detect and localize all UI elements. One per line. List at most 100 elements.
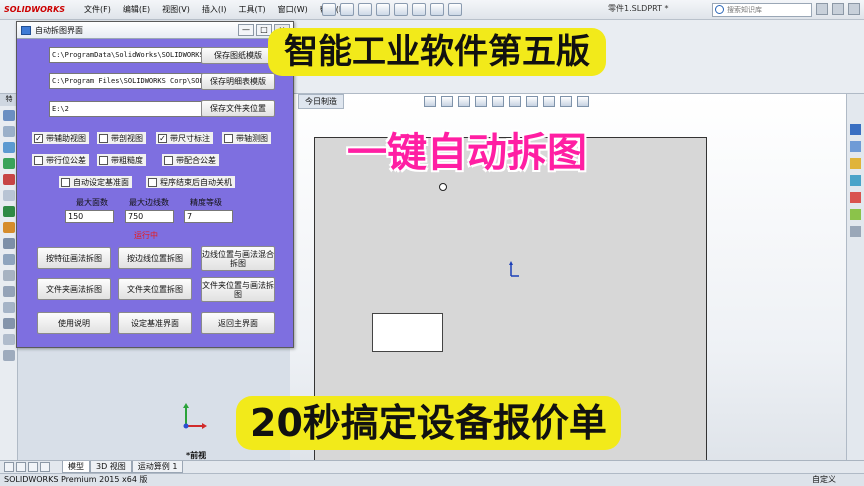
origin-icon[interactable] xyxy=(2,222,15,233)
prev-tab-icon[interactable] xyxy=(16,462,26,472)
menu-edit[interactable]: 编辑(E) xyxy=(117,0,156,20)
view-orientation-icon[interactable] xyxy=(492,96,504,107)
design-library-icon[interactable] xyxy=(850,141,861,152)
edge-position-button[interactable]: 按边线位置拆图 xyxy=(118,247,192,269)
custom-properties-icon[interactable] xyxy=(850,209,861,220)
help-icon[interactable] xyxy=(816,3,828,15)
folder-position-button[interactable]: 文件夹位置拆图 xyxy=(118,278,192,300)
tab-3d-views[interactable]: 3D 视图 xyxy=(90,461,132,473)
checkbox-auxiliary-view[interactable]: ✓ 带辅助视图 xyxy=(32,132,89,144)
instructions-button[interactable]: 使用说明 xyxy=(37,312,111,334)
sketch-icon[interactable] xyxy=(2,206,15,217)
appearances-icon[interactable] xyxy=(850,192,861,203)
tab-motion-study[interactable]: 运动算例 1 xyxy=(131,461,184,473)
menu-view[interactable]: 视图(V) xyxy=(156,0,196,20)
view-settings-icon[interactable] xyxy=(577,96,589,107)
feature-icon[interactable] xyxy=(2,238,15,249)
chamfer-icon[interactable] xyxy=(2,302,15,313)
tab-today-manufacturing[interactable]: 今日制造 xyxy=(298,94,344,109)
pattern-icon[interactable] xyxy=(2,318,15,329)
checkbox-section-view[interactable]: 带剖视图 xyxy=(97,132,146,144)
display-icon[interactable] xyxy=(2,174,15,185)
checkbox-box xyxy=(61,177,70,187)
print-icon[interactable] xyxy=(376,3,390,16)
checkbox-dimensions[interactable]: ✓ 带尺寸标注 xyxy=(156,132,213,144)
status-units[interactable]: 自定义 xyxy=(812,474,836,486)
view-palette-icon[interactable] xyxy=(850,175,861,186)
dialog-title-bar[interactable]: 自动拆图界面 — □ × xyxy=(17,22,293,39)
status-product: SOLIDWORKS Premium 2015 x64 版 xyxy=(4,475,148,484)
checkbox-isometric[interactable]: 带轴测图 xyxy=(222,132,271,144)
title-bar: SOLIDWORKS 文件(F) 编辑(E) 视图(V) 插入(I) 工具(T)… xyxy=(0,0,864,20)
new-document-icon[interactable] xyxy=(322,3,336,16)
undo-icon[interactable] xyxy=(394,3,408,16)
task-pane xyxy=(846,94,864,460)
appearance-icon[interactable] xyxy=(543,96,555,107)
last-tab-icon[interactable] xyxy=(40,462,50,472)
drawing-template-path-input[interactable]: C:\ProgramData\SolidWorks\SOLIDWORKS xyxy=(49,47,207,63)
save-icon[interactable] xyxy=(358,3,372,16)
zoom-area-icon[interactable] xyxy=(441,96,453,107)
extrude-icon[interactable] xyxy=(2,254,15,265)
menu-window[interactable]: 窗口(W) xyxy=(272,0,314,20)
search-input[interactable]: 搜索知识库 xyxy=(712,3,812,17)
minimize-icon[interactable] xyxy=(832,3,844,15)
configuration-icon[interactable] xyxy=(2,142,15,153)
checkbox-auto-shutdown[interactable]: 程序结束后自动关机 xyxy=(146,176,235,188)
minimize-button[interactable]: — xyxy=(238,24,254,36)
folder-mixed-method-button[interactable]: 文件夹位置与画法拆图 xyxy=(201,277,275,302)
dimxpert-icon[interactable] xyxy=(2,158,15,169)
cut-icon[interactable] xyxy=(2,270,15,281)
bom-template-path-input[interactable]: C:\Program Files\SOLIDWORKS Corp\SOL xyxy=(49,73,207,89)
hide-show-icon[interactable] xyxy=(526,96,538,107)
tab-model[interactable]: 模型 xyxy=(62,461,90,473)
folder-method-button[interactable]: 文件夹画法拆图 xyxy=(37,278,111,300)
menu-file[interactable]: 文件(F) xyxy=(78,0,117,20)
edge-mixed-method-button[interactable]: 边线位置与画法混合拆图 xyxy=(201,246,275,271)
save-bom-template-button[interactable]: 保存明细表模版 xyxy=(201,73,275,90)
scene-icon[interactable] xyxy=(560,96,572,107)
close-icon[interactable] xyxy=(848,3,860,15)
plane-icon[interactable] xyxy=(2,190,15,201)
mirror-icon[interactable] xyxy=(2,334,15,345)
zoom-to-fit-icon[interactable] xyxy=(424,96,436,107)
property-icon[interactable] xyxy=(2,126,15,137)
feature-tree-icon[interactable] xyxy=(2,110,15,121)
menu-tools[interactable]: 工具(T) xyxy=(232,0,271,20)
max-edges-input[interactable]: 750 xyxy=(125,210,174,223)
checkbox-fit-tolerance[interactable]: 带配合公差 xyxy=(162,154,219,166)
open-folder-icon[interactable] xyxy=(340,3,354,16)
file-explorer-icon[interactable] xyxy=(850,158,861,169)
select-cursor-icon[interactable] xyxy=(412,3,426,16)
feature-method-button[interactable]: 按特征画法拆图 xyxy=(37,247,111,269)
next-tab-icon[interactable] xyxy=(28,462,38,472)
checkbox-box: ✓ xyxy=(158,133,167,143)
previous-view-icon[interactable] xyxy=(458,96,470,107)
checkbox-label: 带轴测图 xyxy=(236,133,268,143)
folder-path-input[interactable]: E:\2 xyxy=(49,101,207,117)
return-main-button[interactable]: 返回主界面 xyxy=(201,312,275,334)
save-folder-location-button[interactable]: 保存文件夹位置 xyxy=(201,100,275,117)
part-outline xyxy=(372,313,443,352)
menu-insert[interactable]: 插入(I) xyxy=(196,0,233,20)
checkbox-label: 带剖视图 xyxy=(111,133,143,143)
dialog-app-icon xyxy=(21,26,31,35)
resources-icon[interactable] xyxy=(850,124,861,135)
set-datum-button[interactable]: 设定基准界面 xyxy=(118,312,192,334)
max-faces-input[interactable]: 150 xyxy=(65,210,114,223)
rebuild-icon[interactable] xyxy=(430,3,444,16)
section-view-icon[interactable] xyxy=(475,96,487,107)
first-tab-icon[interactable] xyxy=(4,462,14,472)
checkbox-label: 自动设定基准面 xyxy=(73,177,129,187)
precision-input[interactable]: 7 xyxy=(184,210,233,223)
display-style-icon[interactable] xyxy=(509,96,521,107)
forum-icon[interactable] xyxy=(850,226,861,237)
checkbox-roughness[interactable]: 带粗糙度 xyxy=(97,154,146,166)
bottom-caption: 20秒搞定设备报价单 xyxy=(236,396,621,450)
options-gear-icon[interactable] xyxy=(448,3,462,16)
checkbox-auto-datum[interactable]: 自动设定基准面 xyxy=(59,176,132,188)
material-icon[interactable] xyxy=(2,350,15,361)
save-drawing-template-button[interactable]: 保存图纸模版 xyxy=(201,47,275,64)
fillet-icon[interactable] xyxy=(2,286,15,297)
checkbox-position-tolerance[interactable]: 带行位公差 xyxy=(32,154,89,166)
